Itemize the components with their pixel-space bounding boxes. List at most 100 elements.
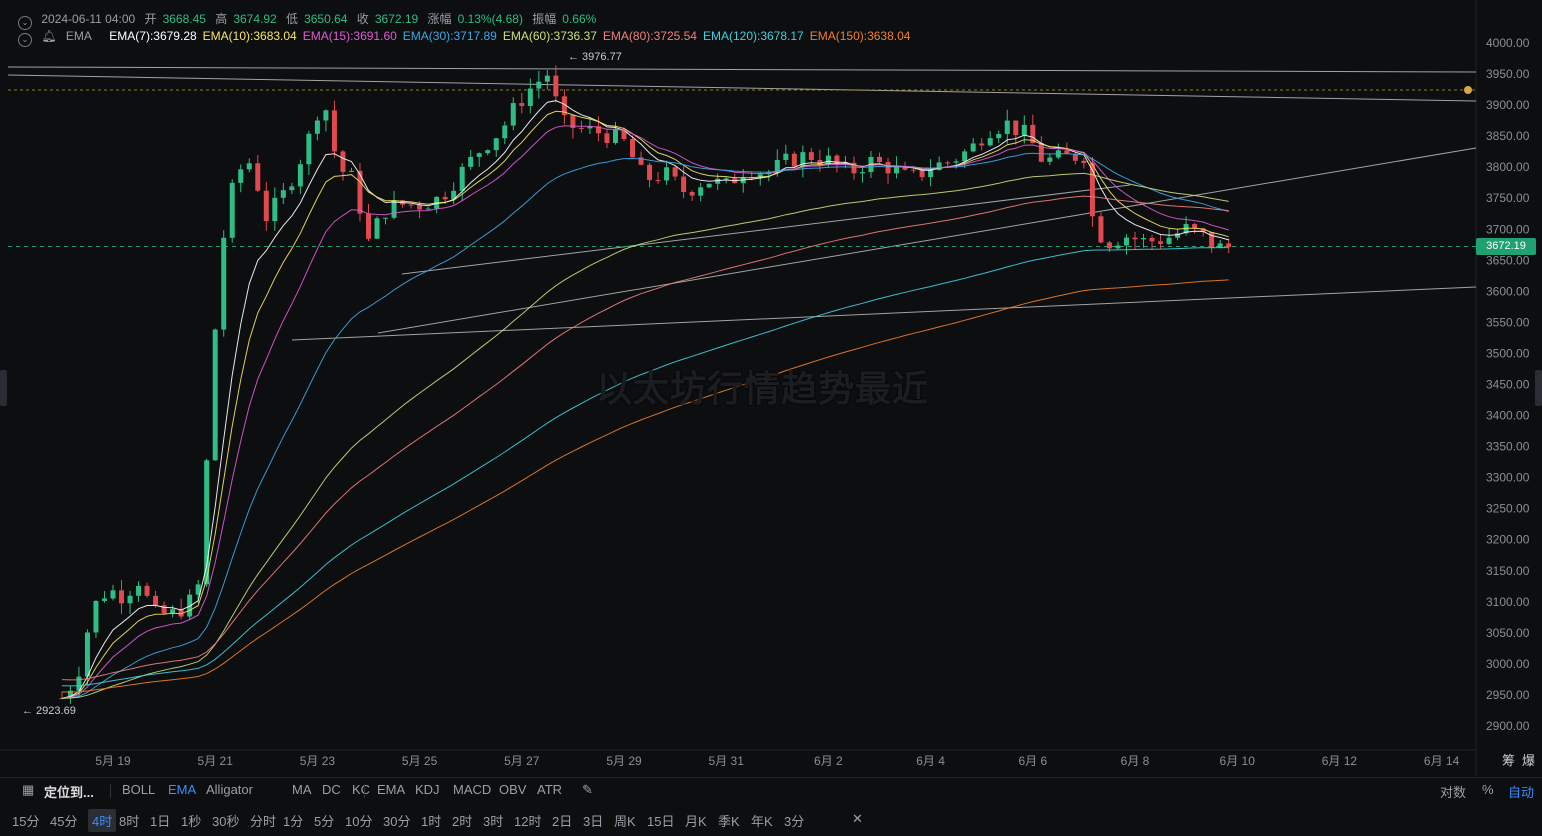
indicator-sub-3[interactable]: OBV xyxy=(499,782,526,797)
candle-body xyxy=(783,153,789,160)
candle-body xyxy=(280,190,286,198)
timeframe-13[interactable]: 2时 xyxy=(452,811,472,830)
candle-body xyxy=(706,183,712,188)
indicator-main-5[interactable]: KC xyxy=(352,782,370,797)
timeframe-5[interactable]: 1秒 xyxy=(181,811,201,830)
log-scale-toggle[interactable]: 对数 xyxy=(1440,782,1466,801)
current-price-tag: 3672.19 xyxy=(1476,238,1536,255)
candle-body xyxy=(391,200,397,218)
x-tick-label: 5月 23 xyxy=(300,754,336,768)
y-tick-label: 3650.00 xyxy=(1486,253,1530,267)
timeframe-17[interactable]: 3日 xyxy=(583,811,603,830)
auto-scale-toggle[interactable]: 自动 xyxy=(1508,782,1534,801)
timeframe-7[interactable]: 分时 xyxy=(250,811,276,830)
x-tick-label: 6月 14 xyxy=(1424,754,1460,768)
candle-body xyxy=(340,151,346,172)
indicator-main-1[interactable]: EMA xyxy=(168,782,196,797)
indicator-main-4[interactable]: DC xyxy=(322,782,341,797)
candle-body xyxy=(144,585,150,596)
ema-legend-4: EMA(60):3736.37 xyxy=(502,29,597,43)
candle-body xyxy=(894,166,900,174)
candle-body xyxy=(681,176,687,193)
close-icon[interactable]: ✕ xyxy=(852,811,863,827)
watermark-title: 以太坊行情趋势最近 xyxy=(596,368,930,409)
x-tick-label: 5月 25 xyxy=(402,754,438,768)
candle-body xyxy=(493,138,499,151)
timeframe-0[interactable]: 15分 xyxy=(12,811,39,830)
indicator-sub-1[interactable]: KDJ xyxy=(415,782,440,797)
candle-body xyxy=(161,605,167,614)
timeframe-23[interactable]: 3分 xyxy=(784,811,804,830)
left-collapse-handle[interactable] xyxy=(0,370,7,406)
locate-button[interactable]: 定位到... xyxy=(44,782,94,801)
candle-body xyxy=(238,169,244,183)
candle-body xyxy=(408,204,414,206)
y-tick-label: 3850.00 xyxy=(1486,129,1530,143)
x-tick-label: 6月 12 xyxy=(1322,754,1358,768)
candle-body xyxy=(1004,120,1010,134)
candle-body xyxy=(1106,242,1112,249)
collapse-icon[interactable]: ⌄ xyxy=(18,16,32,30)
candle-body xyxy=(689,192,695,196)
timeframe-6[interactable]: 30秒 xyxy=(212,811,239,830)
timeframe-2[interactable]: 4时 xyxy=(88,809,117,832)
timeframe-22[interactable]: 年K xyxy=(751,811,773,830)
percent-toggle[interactable]: % xyxy=(1482,782,1494,797)
corner-label[interactable]: 筹 xyxy=(1502,753,1515,768)
candle-body xyxy=(715,178,721,184)
indicator-sub-4[interactable]: ATR xyxy=(537,782,562,797)
y-tick-label: 3200.00 xyxy=(1486,533,1530,547)
timeframe-15[interactable]: 12时 xyxy=(514,811,541,830)
candle-body xyxy=(544,75,550,82)
candle-body xyxy=(306,133,312,165)
ema-items: EMA(7):3679.28 EMA(10):3683.04 EMA(15):369… xyxy=(109,29,916,43)
indicator-main-0[interactable]: BOLL xyxy=(122,782,155,797)
timeframe-11[interactable]: 30分 xyxy=(383,811,410,830)
y-tick-label: 3250.00 xyxy=(1486,502,1530,516)
candle-body xyxy=(1098,216,1104,243)
candle-body xyxy=(229,182,235,238)
x-tick-label: 5月 31 xyxy=(709,754,745,768)
indicator-sub-0[interactable]: EMA xyxy=(377,782,405,797)
corner-label[interactable]: 爆 xyxy=(1522,753,1535,768)
change-label: 涨幅 xyxy=(427,12,452,26)
candle-body xyxy=(1038,143,1044,162)
indicator-toolbar: ▦ 定位到... BOLL EMA Alligator MA DC KC EMA KDJ MA… xyxy=(0,777,1542,803)
candle-body xyxy=(1123,237,1129,246)
timeframe-20[interactable]: 月K xyxy=(685,811,707,830)
right-collapse-handle[interactable] xyxy=(1535,370,1542,406)
timeframe-10[interactable]: 10分 xyxy=(345,811,372,830)
timeframe-14[interactable]: 3时 xyxy=(483,811,503,830)
timeframe-bar: 15分 45分 4时 8时 1日 1秒 30秒 分时 1分 5分 10分 30分 1时 2时 3时 12时 2日… xyxy=(0,806,1542,834)
timeframe-1[interactable]: 45分 xyxy=(50,811,77,830)
candle-body xyxy=(289,186,295,191)
ema-legend-3: EMA(30):3717.89 xyxy=(402,29,497,43)
indicator-main-2[interactable]: Alligator xyxy=(206,782,253,797)
x-tick-label: 5月 19 xyxy=(95,754,131,768)
ema-legend-6: EMA(120):3678.17 xyxy=(702,29,804,43)
timeframe-19[interactable]: 15日 xyxy=(647,811,674,830)
timeframe-9[interactable]: 5分 xyxy=(314,811,334,830)
timeframe-8[interactable]: 1分 xyxy=(283,811,303,830)
y-tick-label: 3700.00 xyxy=(1486,222,1530,236)
candle-body xyxy=(314,120,320,134)
close-value: 3672.19 xyxy=(374,12,419,26)
x-tick-label: 6月 10 xyxy=(1220,754,1256,768)
timeframe-12[interactable]: 1时 xyxy=(421,811,441,830)
y-tick-label: 3550.00 xyxy=(1486,315,1530,329)
indicator-main-3[interactable]: MA xyxy=(292,782,312,797)
timeframe-21[interactable]: 季K xyxy=(718,811,740,830)
timeframe-3[interactable]: 8时 xyxy=(119,811,139,830)
edit-indicator-icon[interactable]: ✎ xyxy=(582,782,593,798)
trendline-anchor[interactable] xyxy=(1464,86,1472,94)
indicator-sub-2[interactable]: MACD xyxy=(453,782,491,797)
timeframe-16[interactable]: 2日 xyxy=(552,811,572,830)
collapse-ema-icon[interactable]: ⌄ xyxy=(18,33,32,47)
calendar-icon[interactable]: ▦ xyxy=(22,782,34,798)
timeframe-4[interactable]: 1日 xyxy=(150,811,170,830)
candle-body xyxy=(664,167,670,181)
candle-body xyxy=(536,81,542,89)
bell-icon[interactable]: 🔔︎ xyxy=(41,29,56,43)
timeframe-18[interactable]: 周K xyxy=(614,811,636,830)
candle-body xyxy=(84,632,90,677)
